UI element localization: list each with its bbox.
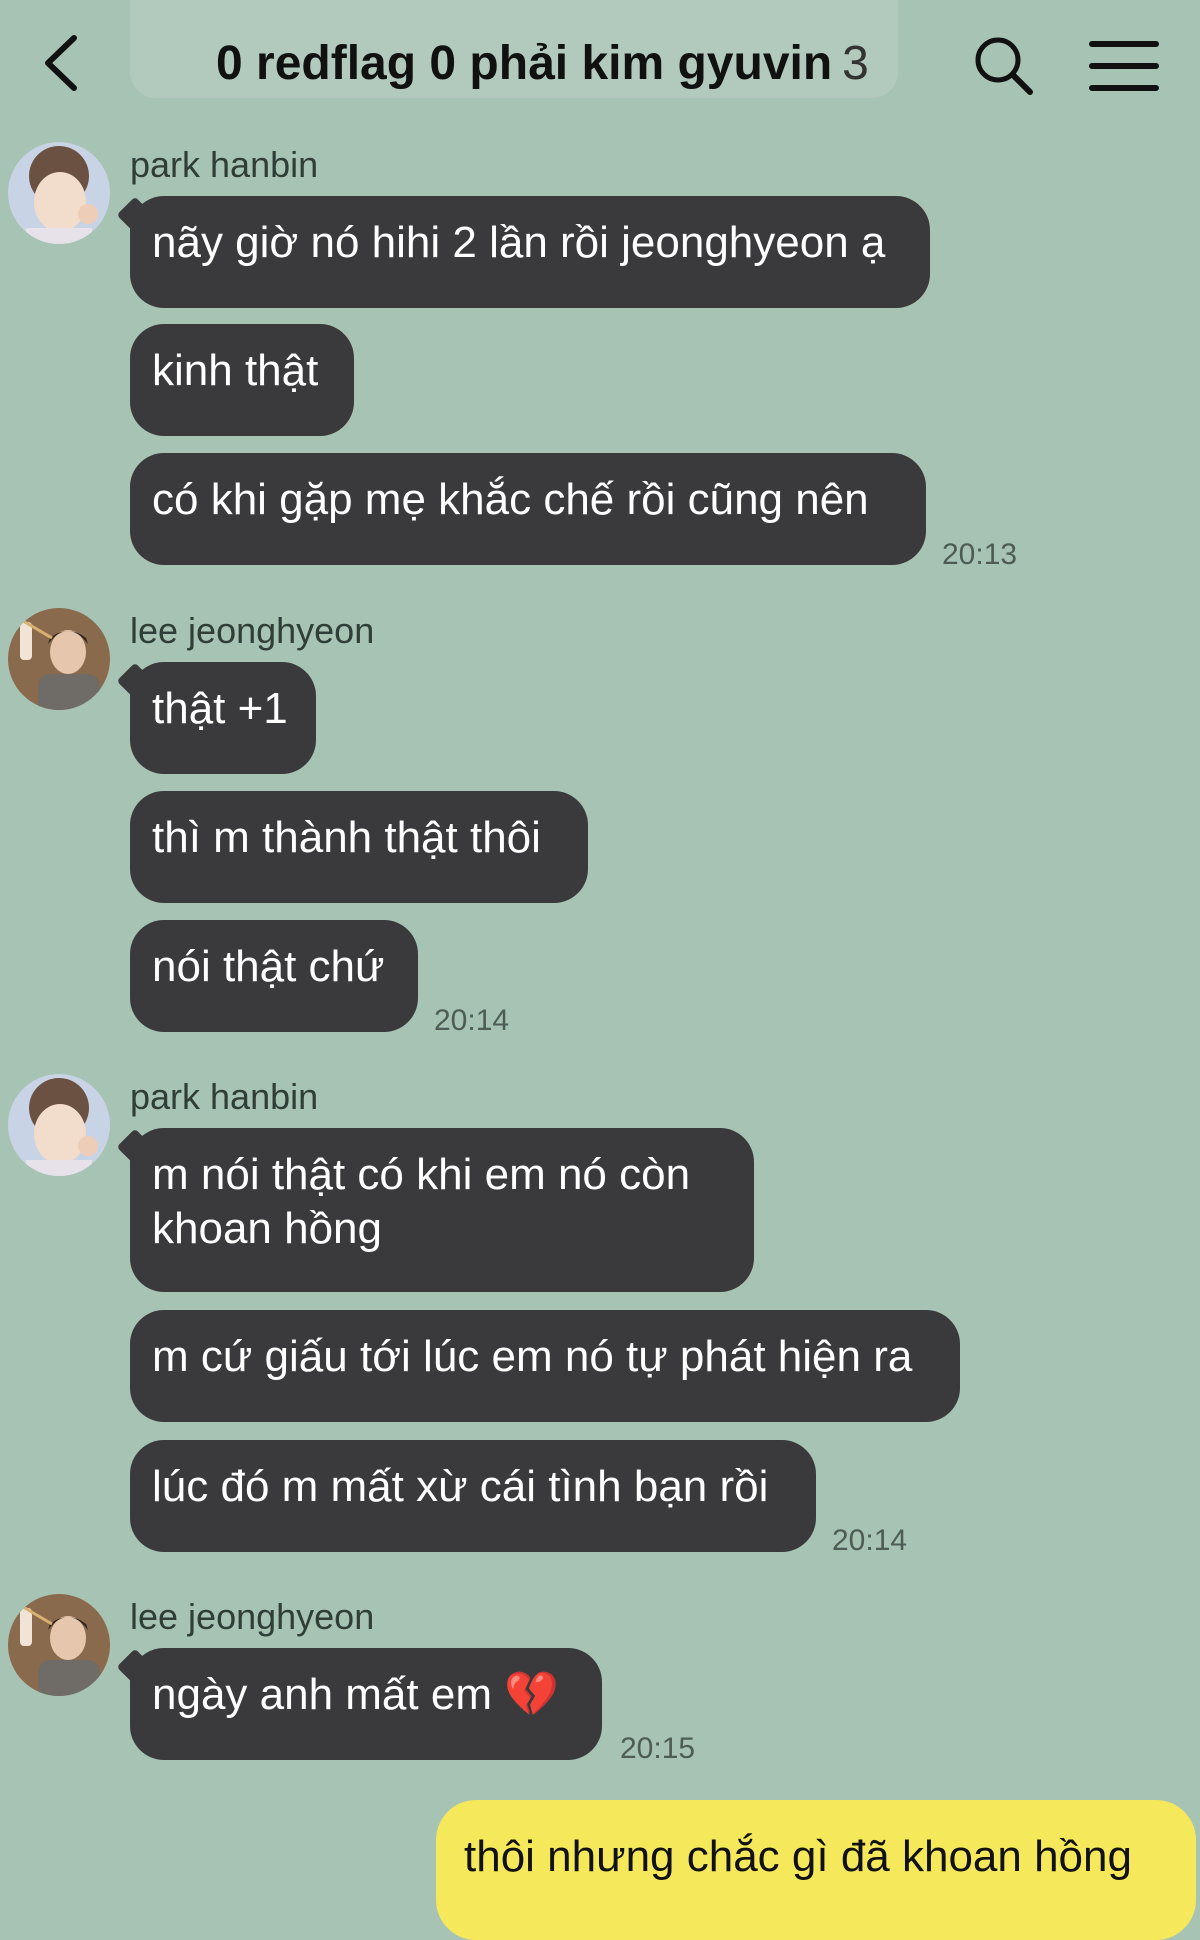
message-time: 20:14 [434, 1004, 510, 1037]
message-bubble[interactable]: ngày anh mất em 💔 [130, 1648, 602, 1760]
chat-title-text: 0 redflag 0 phải kim gyuvin [216, 37, 833, 90]
chat-screen: 0 redflag 0 phải kim gyuvin 3 park hanbin… [0, 0, 1200, 1940]
avatar-park-hanbin[interactable] [8, 1074, 110, 1176]
message-bubble[interactable]: kinh thật [130, 324, 354, 436]
search-icon[interactable] [972, 34, 1036, 98]
avatar-lee-jeonghyeon[interactable] [8, 608, 110, 710]
message-bubble[interactable]: thì m thành thật thôi [130, 791, 588, 903]
message-bubble[interactable]: nói thật chứ [130, 920, 418, 1032]
sender-name: park hanbin [130, 1076, 319, 1117]
sender-name: park hanbin [130, 144, 319, 185]
sender-name: lee jeonghyeon [130, 1596, 375, 1637]
avatar-park-hanbin[interactable] [8, 142, 110, 244]
my-message-bubble[interactable]: thôi nhưng chắc gì đã khoan hồng [436, 1800, 1196, 1940]
message-time: 20:14 [832, 1524, 908, 1557]
chat-header: 0 redflag 0 phải kim gyuvin 3 [0, 0, 1200, 108]
chat-title: 0 redflag 0 phải kim gyuvin 3 [216, 36, 869, 91]
menu-icon[interactable] [1088, 36, 1160, 96]
message-time: 20:15 [620, 1732, 696, 1765]
message-bubble[interactable]: thật +1 [130, 662, 316, 774]
message-bubble[interactable]: có khi gặp mẹ khắc chế rồi cũng nên [130, 453, 926, 565]
message-time: 20:13 [942, 538, 1018, 571]
message-bubble[interactable]: nãy giờ nó hihi 2 lần rồi jeonghyeon ạ [130, 196, 930, 308]
message-bubble[interactable]: lúc đó m mất xừ cái tình bạn rồi [130, 1440, 816, 1552]
sender-name: lee jeonghyeon [130, 610, 375, 651]
member-count: 3 [842, 37, 869, 90]
message-bubble[interactable]: m cứ giấu tới lúc em nó tự phát hiện ra [130, 1310, 960, 1422]
message-bubble[interactable]: m nói thật có khi em nó còn khoan hồng [130, 1128, 754, 1292]
back-arrow-icon[interactable] [30, 28, 90, 98]
avatar-lee-jeonghyeon[interactable] [8, 1594, 110, 1696]
